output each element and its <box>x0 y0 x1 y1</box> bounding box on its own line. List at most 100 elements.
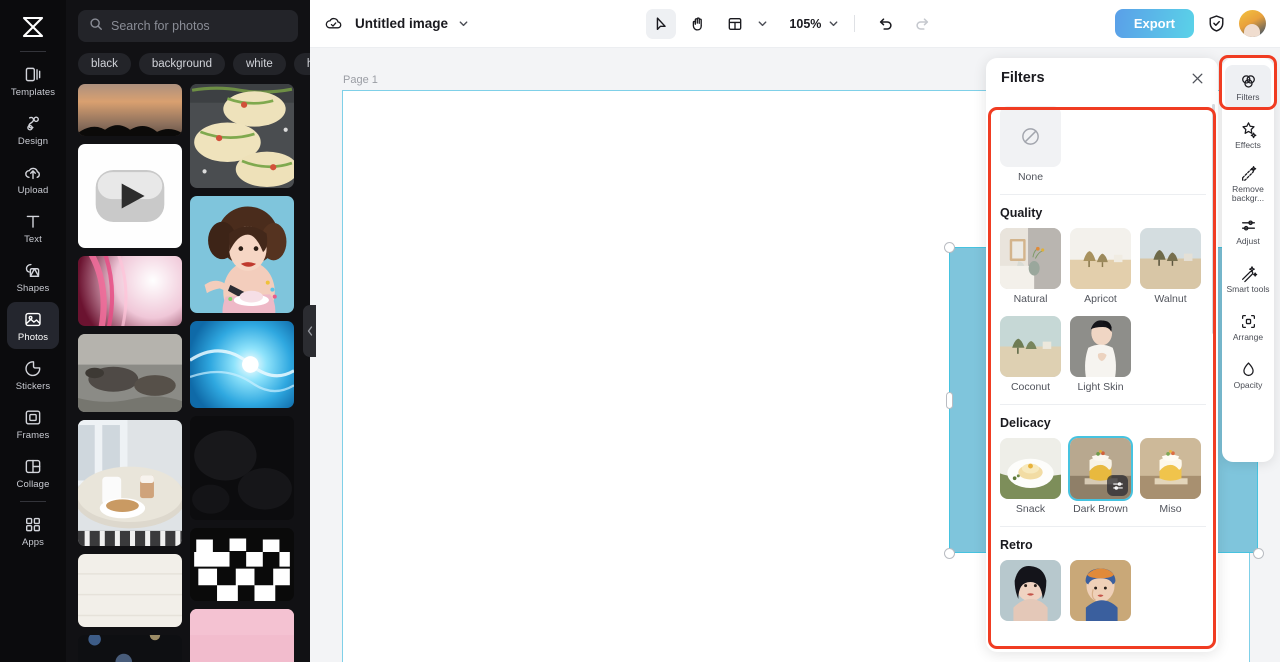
sidebar-item-stickers[interactable]: Stickers <box>7 351 59 398</box>
resize-handle-bottom-right[interactable] <box>1252 547 1264 559</box>
photo-thumbnail-black-grunge-texture[interactable] <box>190 416 294 520</box>
section-divider <box>1000 194 1206 195</box>
redo-button[interactable] <box>907 9 937 39</box>
filter-item-snack[interactable]: Snack <box>1000 438 1061 515</box>
photo-thumbnail-white-paper-texture[interactable] <box>78 554 182 627</box>
sidebar-item-templates[interactable]: Templates <box>7 57 59 104</box>
left-nav-rail: Templates Design Upload Text Shapes Photos Sti… <box>0 0 66 662</box>
photo-thumbnail-woman-with-dessert[interactable] <box>190 196 294 313</box>
user-avatar[interactable] <box>1238 10 1266 37</box>
resize-handle-bottom-left[interactable] <box>943 547 955 559</box>
sidebar-item-apps[interactable]: Apps <box>7 507 59 554</box>
filter-item-natural[interactable]: Natural <box>1000 228 1061 305</box>
filter-item-portrait-retro-cool[interactable] <box>1000 560 1061 625</box>
sidebar-item-design[interactable]: Design <box>7 106 59 153</box>
sidebar-item-frames[interactable]: Frames <box>7 400 59 447</box>
search-tag-background[interactable]: background <box>138 53 225 75</box>
cloud-saved-icon[interactable] <box>324 14 343 33</box>
page-label: Page 1 <box>343 74 378 86</box>
photo-thumbnail-checkerboard-pattern[interactable] <box>190 528 294 601</box>
photos-icon <box>22 309 44 330</box>
photo-thumbnail-sunset-landscape[interactable] <box>78 84 182 136</box>
filter-thumbnail <box>1070 316 1131 377</box>
tool-label: Filters <box>1236 92 1260 103</box>
filters-panel-body[interactable]: None Quality Natural Apricot Walnut Coconut L… <box>986 98 1218 652</box>
tool-label: Opacity <box>1233 380 1263 391</box>
sidebar-item-shapes[interactable]: Shapes <box>7 253 59 300</box>
upload-cloud-icon <box>22 162 44 183</box>
photo-thumbnail-cafe-table-breakfast[interactable] <box>78 420 182 546</box>
filter-item-none[interactable]: None <box>1000 106 1061 183</box>
close-icon[interactable] <box>1190 71 1205 86</box>
hand-tool-button[interactable] <box>683 9 713 39</box>
search-tag-white[interactable]: white <box>232 53 286 75</box>
shield-check-icon[interactable] <box>1207 14 1226 33</box>
effects-icon <box>1239 120 1258 139</box>
filter-thumbnail <box>1140 438 1201 499</box>
search-input[interactable]: Search for photos <box>78 10 298 42</box>
tool-opacity[interactable]: Opacity <box>1225 353 1271 398</box>
tool-arrange[interactable]: Arrange <box>1225 305 1271 350</box>
panel-collapse-handle[interactable] <box>303 305 316 357</box>
photo-thumbnail-hippos-in-water[interactable] <box>78 334 182 412</box>
filter-item-coconut[interactable]: Coconut <box>1000 316 1061 393</box>
tool-adjust[interactable]: Adjust <box>1225 209 1271 254</box>
tool-smart-tools[interactable]: Smart tools <box>1225 257 1271 302</box>
search-icon <box>89 17 103 36</box>
document-title[interactable]: Untitled image <box>355 16 448 31</box>
filters-panel: Filters None Quality Natural Apricot Wal… <box>986 58 1218 652</box>
photo-thumbnail-pink-paper-texture[interactable] <box>190 609 294 662</box>
sidebar-item-collage[interactable]: Collage <box>7 449 59 496</box>
filter-thumbnail <box>1000 228 1061 289</box>
layout-tool-button[interactable] <box>720 9 750 39</box>
top-toolbar: Untitled image 105% Export <box>310 0 1280 48</box>
zoom-level-value[interactable]: 105% <box>789 17 821 31</box>
tool-filters[interactable]: Filters <box>1225 65 1271 110</box>
undo-button[interactable] <box>870 9 900 39</box>
filter-item-dark-brown[interactable]: Dark Brown <box>1070 438 1131 515</box>
toolbar-divider <box>854 15 856 32</box>
adjust-sliders-icon[interactable] <box>1107 475 1128 496</box>
sidebar-item-label: Design <box>17 135 49 147</box>
photo-thumbnail-pink-abstract-ribbon[interactable] <box>78 256 182 326</box>
filter-thumbnail <box>1000 438 1061 499</box>
tool-effects[interactable]: Effects <box>1225 113 1271 158</box>
tool-label: Effects <box>1235 140 1261 151</box>
filters-panel-title: Filters <box>1001 70 1045 86</box>
photo-thumbnail-night-bokeh[interactable] <box>78 635 182 662</box>
filters-scrollbar[interactable] <box>1212 104 1215 334</box>
export-button[interactable]: Export <box>1114 9 1194 38</box>
templates-icon <box>22 64 44 85</box>
arrange-icon <box>1239 312 1258 331</box>
photo-thumbnail-play-button-logo[interactable] <box>78 144 182 248</box>
sidebar-item-photos[interactable]: Photos <box>7 302 59 349</box>
filter-item-light-skin[interactable]: Light Skin <box>1070 316 1131 393</box>
zoom-dropdown-chevron-down-icon[interactable] <box>828 18 839 29</box>
capcut-logo-icon[interactable] <box>15 10 51 44</box>
sidebar-item-label: Shapes <box>16 282 50 294</box>
section-divider <box>1000 404 1206 405</box>
search-tag-h[interactable]: h <box>293 53 310 75</box>
filter-section-title: Retro <box>1000 538 1033 552</box>
tool-remove-backgr[interactable]: Remove backgr... <box>1225 161 1271 206</box>
capcut-editor-window: Templates Design Upload Text Shapes Photos Sti… <box>0 0 1280 662</box>
photo-thumbnail-flatbread-pizza-food[interactable] <box>190 84 294 188</box>
filter-label: Walnut <box>1154 293 1187 305</box>
filter-item-miso[interactable]: Miso <box>1140 438 1201 515</box>
resize-handle-top-left[interactable] <box>943 241 955 253</box>
sidebar-item-text[interactable]: Text <box>7 204 59 251</box>
search-tag-black[interactable]: black <box>78 53 131 75</box>
filter-item-apricot[interactable]: Apricot <box>1070 228 1131 305</box>
filter-item-walnut[interactable]: Walnut <box>1140 228 1201 305</box>
photo-thumbnail-blue-light-burst[interactable] <box>190 321 294 408</box>
sidebar-item-upload[interactable]: Upload <box>7 155 59 202</box>
right-tool-rail: Filters Effects Remove backgr... Adjust Smar… <box>1222 58 1274 462</box>
stickers-icon <box>22 358 44 379</box>
select-tool-button[interactable] <box>646 8 677 39</box>
title-dropdown-chevron-down-icon[interactable] <box>458 18 469 29</box>
layout-dropdown-chevron-down-icon[interactable] <box>757 18 768 29</box>
filter-label: Miso <box>1159 503 1182 515</box>
filter-item-portrait-retro-warm[interactable] <box>1070 560 1131 625</box>
resize-handle-middle-left[interactable] <box>945 392 953 409</box>
photo-grid-column-right <box>190 84 294 662</box>
